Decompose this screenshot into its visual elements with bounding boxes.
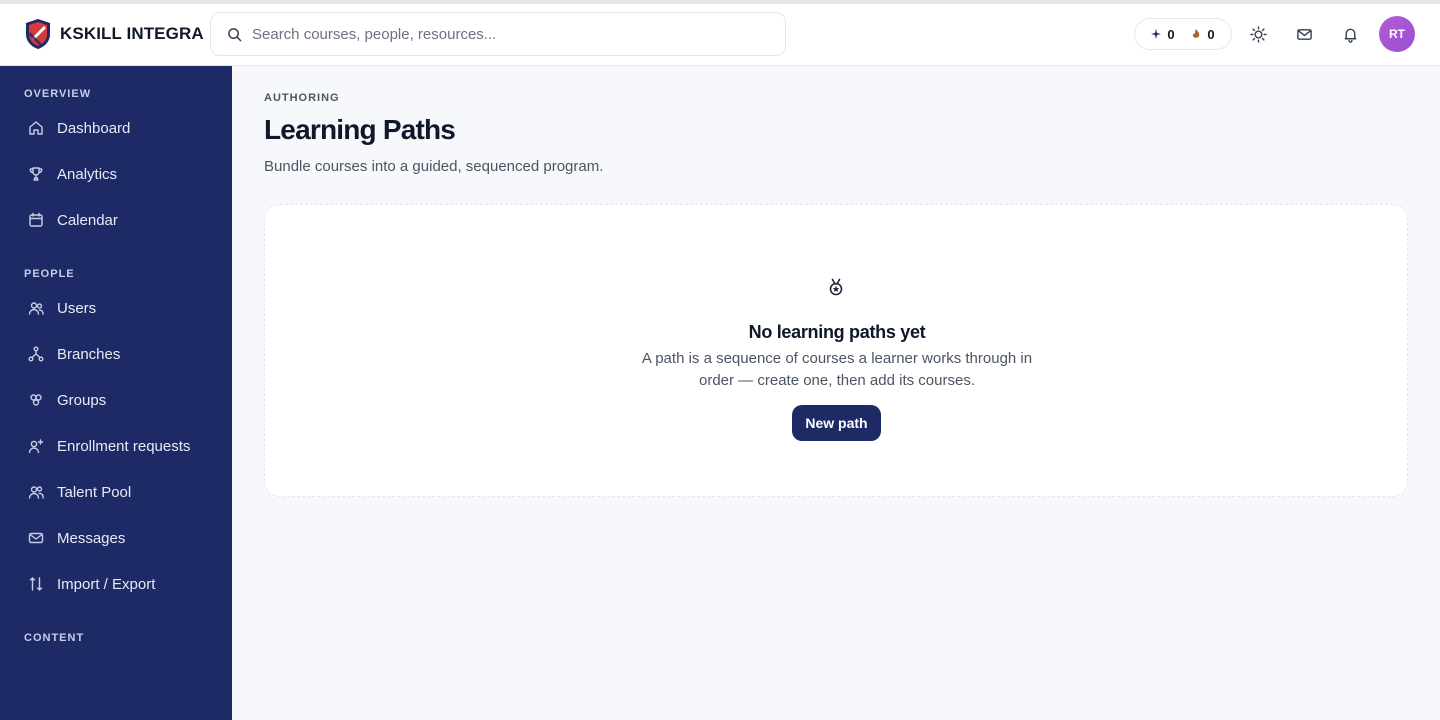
- medal-icon: [829, 278, 843, 296]
- branches-icon: [28, 346, 44, 362]
- sidebar-item-calendar[interactable]: Calendar: [16, 202, 216, 238]
- flame-count: 0: [1207, 26, 1215, 42]
- sidebar-item-talent-pool[interactable]: Talent Pool: [16, 474, 216, 510]
- sidebar-section-people: PEOPLE: [24, 268, 75, 280]
- sidebar-section-overview: OVERVIEW: [24, 88, 92, 100]
- sparkle-count: 0: [1167, 26, 1175, 42]
- groups-icon: [30, 394, 42, 406]
- sidebar-item-label: Analytics: [57, 165, 118, 183]
- users-icon: [28, 302, 44, 315]
- notifications-button[interactable]: [1336, 20, 1364, 48]
- sidebar-item-label: Messages: [57, 529, 126, 547]
- points-pill[interactable]: 0 0: [1134, 18, 1232, 50]
- new-path-button[interactable]: New path: [792, 405, 881, 441]
- sidebar-item-label: Calendar: [57, 211, 118, 229]
- sidebar-item-dashboard[interactable]: Dashboard: [16, 110, 216, 146]
- sidebar-item-label: Groups: [57, 391, 107, 409]
- empty-state-title: No learning paths yet: [748, 322, 926, 342]
- sidebar-item-label: Talent Pool: [57, 483, 132, 501]
- empty-state-card: No learning paths yet A path is a sequen…: [264, 204, 1408, 497]
- sidebar-item-enrollment-requests[interactable]: Enrollment requests: [16, 428, 216, 464]
- sidebar-item-analytics[interactable]: Analytics: [16, 156, 216, 192]
- user-avatar[interactable]: RT: [1379, 16, 1415, 52]
- brand[interactable]: KSKILL INTEGRA: [24, 18, 204, 50]
- import-export-icon: [29, 577, 43, 591]
- sidebar-item-messages[interactable]: Messages: [16, 520, 216, 556]
- calendar-icon: [29, 212, 43, 227]
- flame-icon: [1193, 29, 1200, 38]
- trophy-icon: [29, 167, 43, 181]
- sidebar-item-users[interactable]: Users: [16, 290, 216, 326]
- sparkle-points: 0: [1151, 26, 1175, 42]
- messages-button[interactable]: [1290, 20, 1318, 48]
- sidebar-item-label: Import / Export: [57, 575, 156, 593]
- user-plus-icon: [28, 439, 44, 454]
- mail-icon: [1296, 28, 1312, 40]
- search-input[interactable]: [252, 25, 752, 43]
- talent-icon: [28, 486, 44, 499]
- sun-icon: [1249, 25, 1267, 43]
- bell-icon: [1344, 28, 1356, 43]
- sidebar-item-label: Branches: [57, 345, 121, 363]
- global-search[interactable]: [210, 12, 786, 56]
- sidebar-item-branches[interactable]: Branches: [16, 336, 216, 372]
- sparkle-icon: [1151, 29, 1162, 39]
- sidebar-item-label: Enrollment requests: [57, 437, 191, 455]
- sidebar: OVERVIEW Dashboard Analytics Calendar PE…: [0, 66, 232, 720]
- brand-name: KSKILL INTEGRA: [60, 24, 204, 43]
- empty-state-description: A path is a sequence of courses a learne…: [641, 350, 1033, 389]
- mail-icon: [28, 532, 44, 544]
- section-eyebrow: AUTHORING: [264, 92, 340, 104]
- flame-points: 0: [1191, 26, 1215, 42]
- home-icon: [29, 121, 43, 135]
- sidebar-item-label: Users: [57, 299, 97, 317]
- main-content: AUTHORING Learning Paths Bundle courses …: [232, 66, 1440, 720]
- search-icon: [228, 27, 242, 41]
- page-title: Learning Paths: [264, 114, 456, 145]
- sidebar-section-content: CONTENT: [24, 632, 85, 644]
- page-subtitle: Bundle courses into a guided, sequenced …: [264, 158, 604, 175]
- sidebar-item-label: Dashboard: [57, 119, 131, 137]
- sidebar-item-import-export[interactable]: Import / Export: [16, 566, 216, 602]
- theme-toggle-button[interactable]: [1244, 20, 1272, 48]
- top-bar: KSKILL INTEGRA 0 0 RT: [0, 4, 1440, 66]
- shield-logo-icon: [26, 19, 50, 49]
- sidebar-item-groups[interactable]: Groups: [16, 382, 216, 418]
